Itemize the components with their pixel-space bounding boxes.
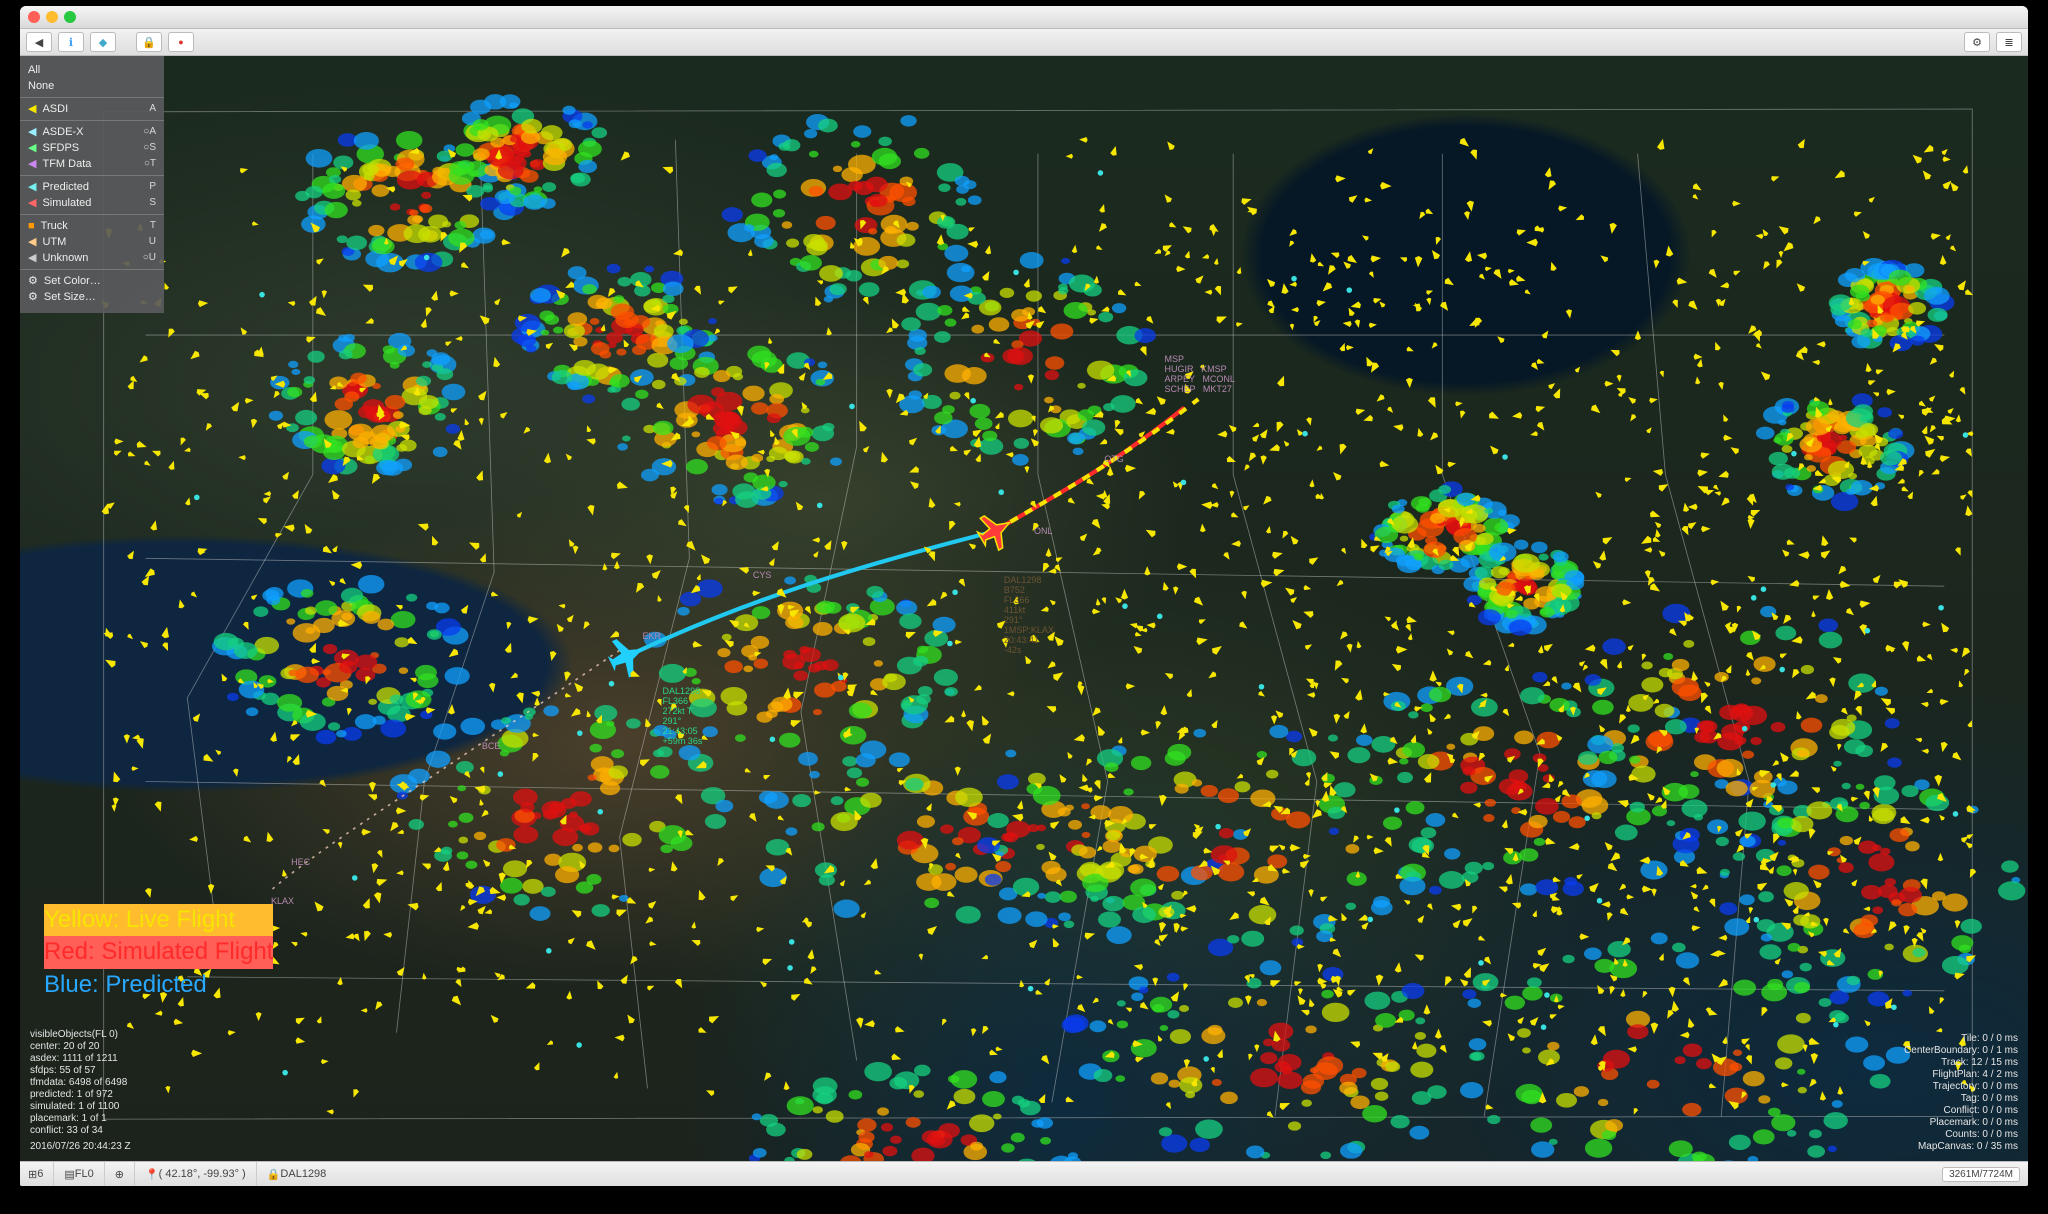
- map-overlay: [20, 56, 2028, 1161]
- sb-coords: 📍 ( 42.18°, -99.93° ): [134, 1162, 246, 1186]
- color-legend-annotation: Yellow: Live Flight Red: Simulated Fligh…: [44, 904, 273, 1001]
- layers-button[interactable]: ≣: [1996, 32, 2022, 52]
- legend-sim: Red: Simulated Flight: [44, 936, 273, 968]
- layer-truck-row[interactable]: ■TruckT: [28, 218, 156, 234]
- layer-sfdps-row[interactable]: ◀SFDPS○S: [28, 140, 156, 156]
- close-icon[interactable]: [28, 11, 40, 23]
- layer-none-row[interactable]: None: [28, 78, 156, 94]
- sb-crosshair: ⊕: [104, 1162, 124, 1186]
- minimize-icon[interactable]: [46, 11, 58, 23]
- rec-button[interactable]: ●: [168, 32, 194, 52]
- perf-block: Tile: 0 / 0 msCenterBoundary: 0 / 1 msTr…: [1904, 1033, 2018, 1153]
- layer-predicted-row[interactable]: ◀PredictedP: [28, 179, 156, 195]
- legend-pred: Blue: Predicted: [44, 969, 273, 1001]
- settings-button[interactable]: ⚙: [1964, 32, 1990, 52]
- layer-utm-row[interactable]: ◀UTMU: [28, 234, 156, 250]
- gem-button[interactable]: ◆: [90, 32, 116, 52]
- sb-count: ⊞ 6: [28, 1162, 43, 1186]
- legend-live: Yellow: Live Flight: [44, 904, 273, 936]
- set-size-row[interactable]: ⚙Set Size…: [28, 289, 156, 305]
- nav-back-button[interactable]: ◀: [26, 32, 52, 52]
- zoom-icon[interactable]: [64, 11, 76, 23]
- diagnostics-block: visibleObjects(FL 0)center: 20 of 20asde…: [30, 1029, 131, 1153]
- layer-all-row[interactable]: All: [28, 62, 156, 78]
- layer-tfm-row[interactable]: ◀TFM Data○T: [28, 156, 156, 172]
- app-window: ◀ ℹ ◆ 🔒 ● ⚙ ≣: [20, 6, 2028, 1186]
- info-button[interactable]: ℹ: [58, 32, 84, 52]
- layer-unknown-row[interactable]: ◀Unknown○U: [28, 250, 156, 266]
- sb-callsign[interactable]: 🔒 DAL1298: [256, 1162, 327, 1186]
- set-color-row[interactable]: ⚙Set Color…: [28, 273, 156, 289]
- statusbar: ⊞ 6 ▤ FL0 ⊕ 📍 ( 42.18°, -99.93° ) 🔒 DAL1…: [20, 1161, 2028, 1186]
- layer-asdex-row[interactable]: ◀ASDE-X○A: [28, 124, 156, 140]
- layer-simulated-row[interactable]: ◀SimulatedS: [28, 195, 156, 211]
- layer-asdi-row[interactable]: ◀ASDIA: [28, 101, 156, 117]
- mac-titlebar[interactable]: [20, 6, 2028, 29]
- sb-flightlevel[interactable]: ▤ FL0: [53, 1162, 93, 1186]
- lock-button[interactable]: 🔒: [136, 32, 162, 52]
- toolbar: ◀ ℹ ◆ 🔒 ● ⚙ ≣: [20, 29, 2028, 56]
- map-canvas[interactable]: All None ◀ASDIA ◀ASDE-X○A ◀SFDPS○S ◀TFM …: [20, 56, 2028, 1161]
- layer-panel[interactable]: All None ◀ASDIA ◀ASDE-X○A ◀SFDPS○S ◀TFM …: [20, 56, 164, 313]
- memory-badge: 3261M/7724M: [1942, 1167, 2020, 1182]
